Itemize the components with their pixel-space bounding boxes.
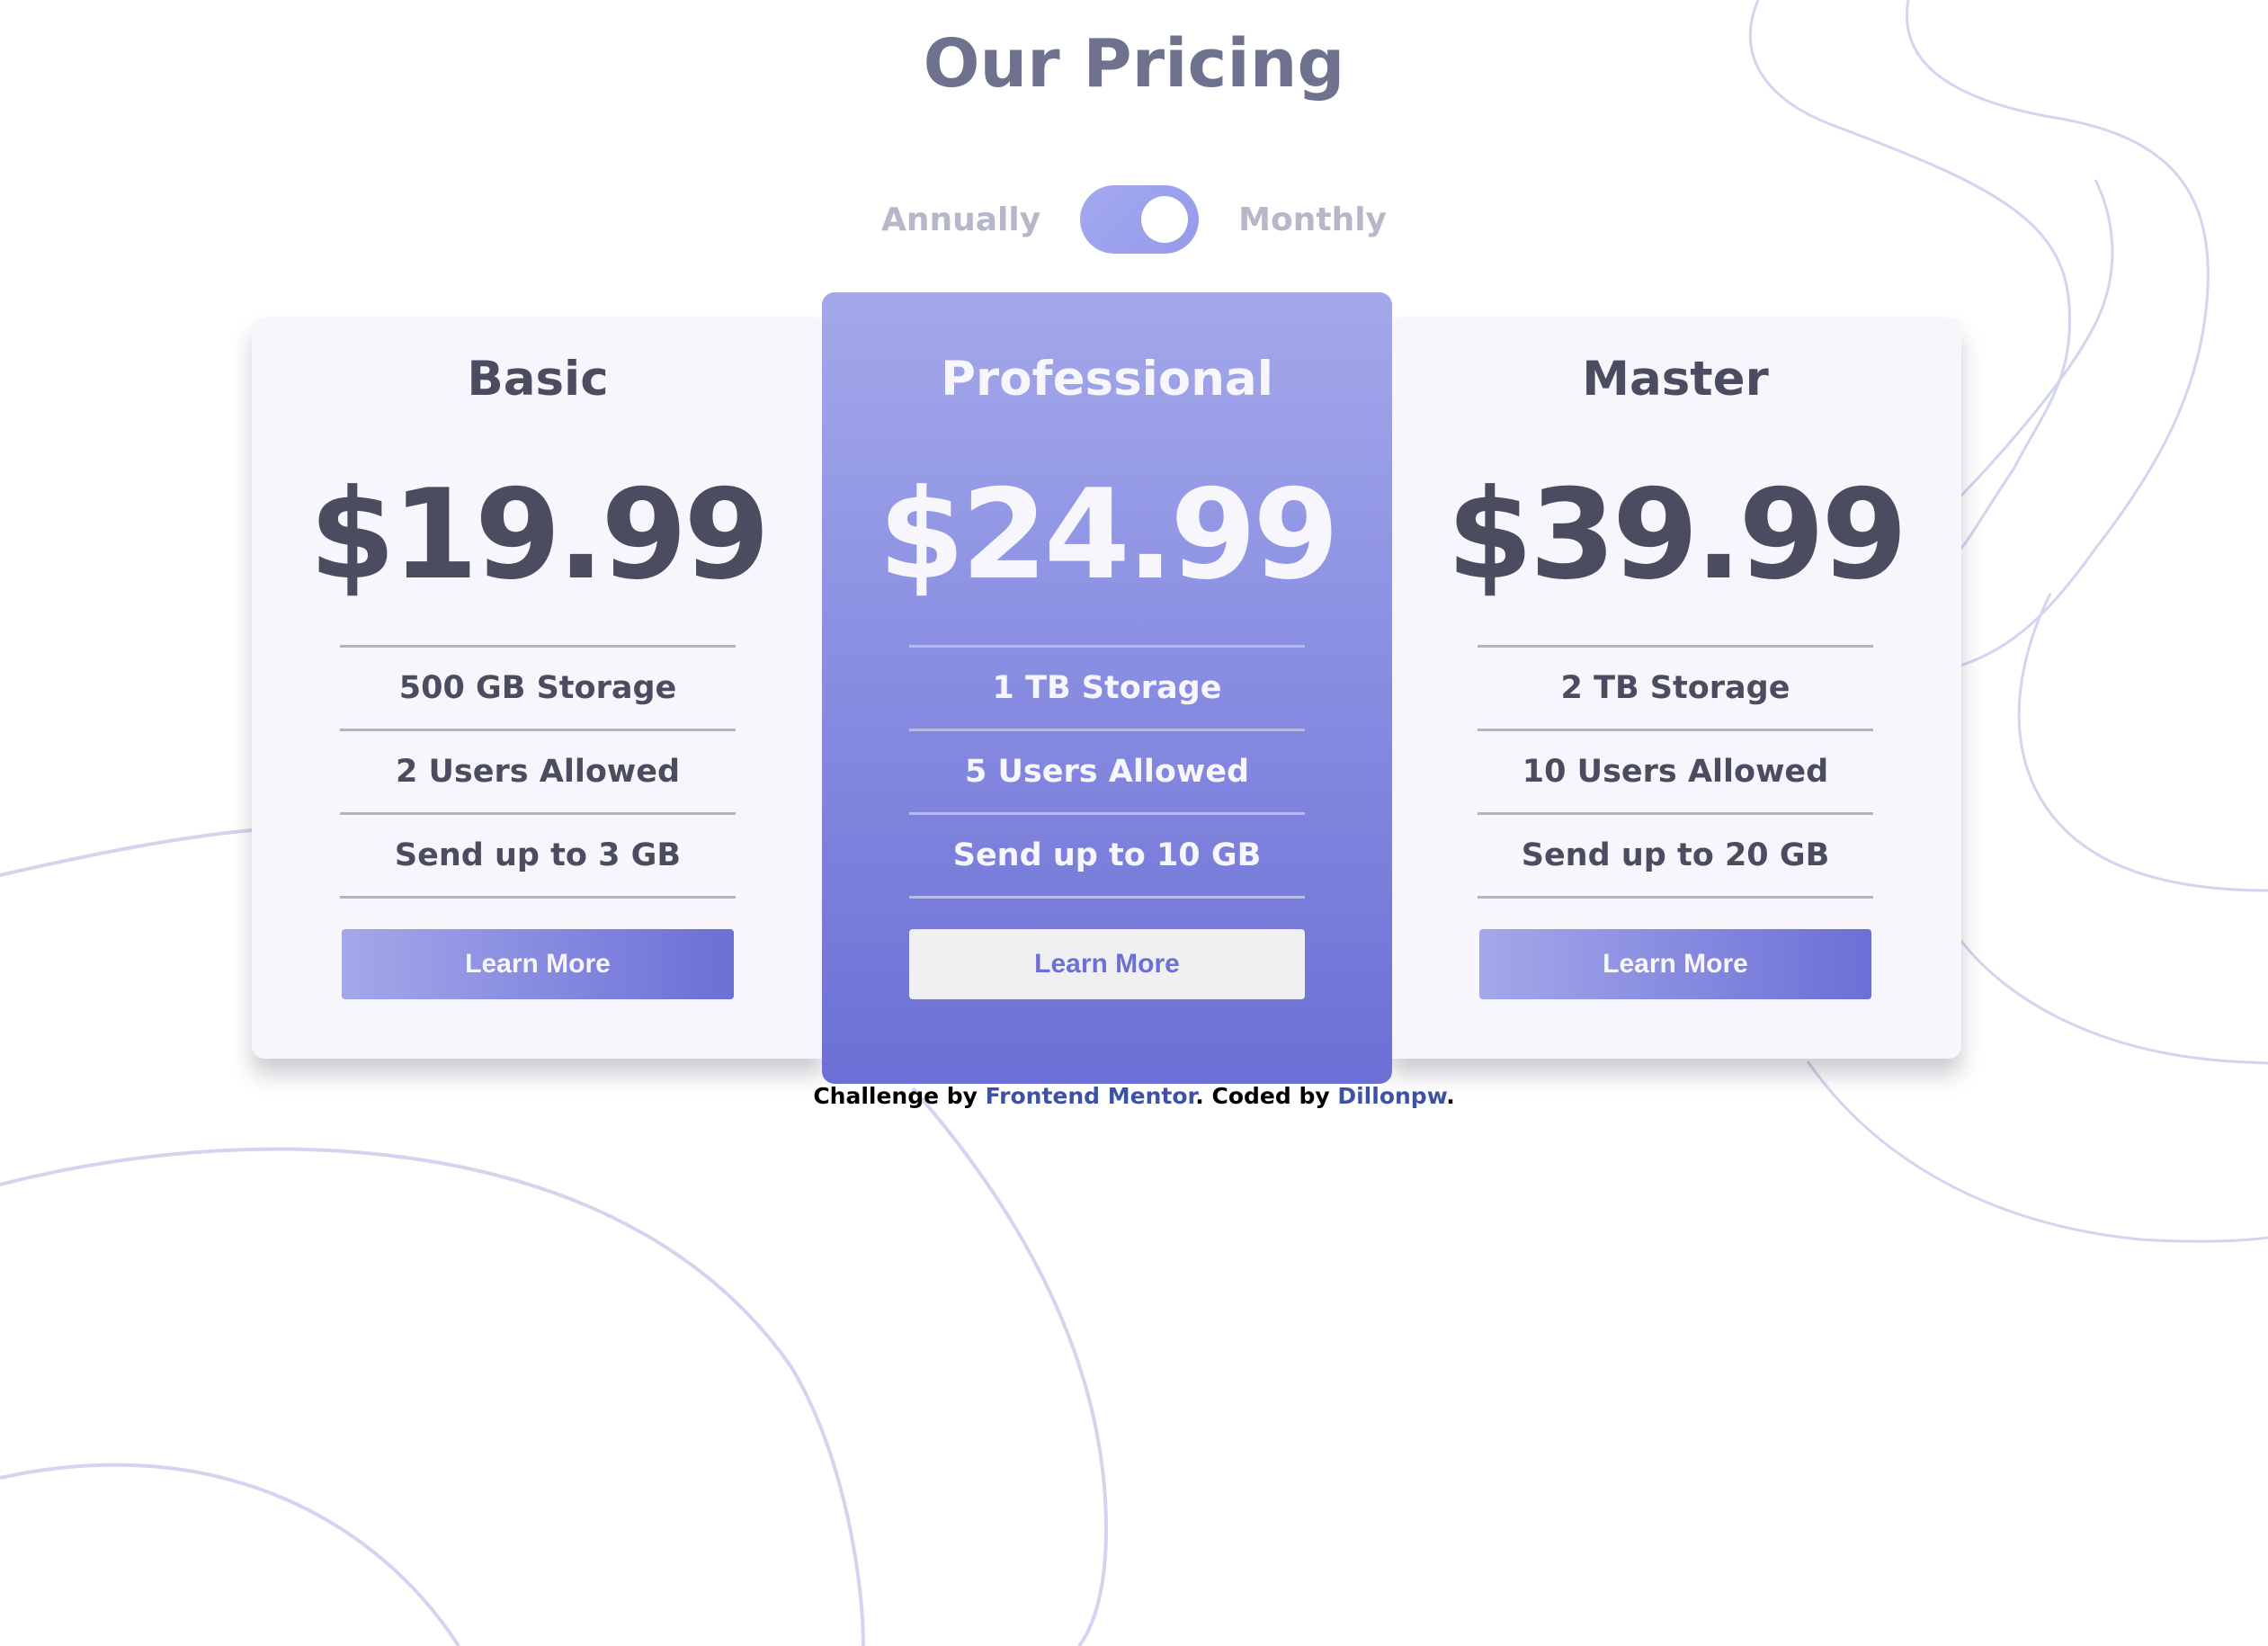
attribution-footer: Challenge by Frontend Mentor. Coded by D… <box>0 1083 2268 1109</box>
plan-card-professional: Professional $24.99 1 TB Storage 5 Users… <box>822 292 1392 1084</box>
plan-card-basic: Basic $19.99 500 GB Storage 2 Users Allo… <box>252 318 824 1059</box>
author-link[interactable]: Dillonpw <box>1337 1083 1446 1109</box>
annually-label[interactable]: Annually <box>881 201 1040 238</box>
learn-more-button-basic[interactable]: Learn More <box>342 929 734 999</box>
pricing-cards: Basic $19.99 500 GB Storage 2 Users Allo… <box>252 292 1961 1084</box>
feature-list: 500 GB Storage 2 Users Allowed Send up t… <box>340 645 736 899</box>
attribution-suffix: . <box>1446 1083 1455 1109</box>
monthly-label[interactable]: Monthly <box>1238 201 1387 238</box>
plan-card-master: Master $39.99 2 TB Storage 10 Users Allo… <box>1389 318 1961 1059</box>
page-title: Our Pricing <box>923 25 1345 103</box>
feature-users: 2 Users Allowed <box>340 731 736 815</box>
feature-list: 2 TB Storage 10 Users Allowed Send up to… <box>1478 645 1873 899</box>
toggle-knob <box>1141 196 1189 243</box>
learn-more-button-professional[interactable]: Learn More <box>909 929 1305 999</box>
feature-storage: 2 TB Storage <box>1478 648 1873 731</box>
billing-toggle-switch[interactable] <box>1080 185 1200 254</box>
attribution-middle: . Coded by <box>1195 1083 1338 1109</box>
learn-more-button-master[interactable]: Learn More <box>1479 929 1871 999</box>
feature-send-limit: Send up to 20 GB <box>1478 815 1873 899</box>
attribution-prefix: Challenge by <box>813 1083 986 1109</box>
feature-users: 10 Users Allowed <box>1478 731 1873 815</box>
plan-name: Basic <box>467 352 609 407</box>
frontend-mentor-link[interactable]: Frontend Mentor <box>986 1083 1196 1109</box>
feature-send-limit: Send up to 3 GB <box>340 815 736 899</box>
plan-price: $39.99 <box>1446 462 1908 607</box>
plan-name: Master <box>1582 352 1769 407</box>
feature-storage: 500 GB Storage <box>340 648 736 731</box>
billing-toggle-row: Annually Monthly <box>0 183 2268 255</box>
feature-send-limit: Send up to 10 GB <box>909 815 1305 899</box>
plan-price: $19.99 <box>308 462 771 607</box>
feature-list: 1 TB Storage 5 Users Allowed Send up to … <box>909 645 1305 899</box>
plan-price: $24.99 <box>878 462 1340 607</box>
pricing-page: Our Pricing Annually Monthly Basic $19.9… <box>0 0 2268 1646</box>
feature-storage: 1 TB Storage <box>909 648 1305 731</box>
feature-users: 5 Users Allowed <box>909 731 1305 815</box>
plan-name: Professional <box>941 352 1273 407</box>
